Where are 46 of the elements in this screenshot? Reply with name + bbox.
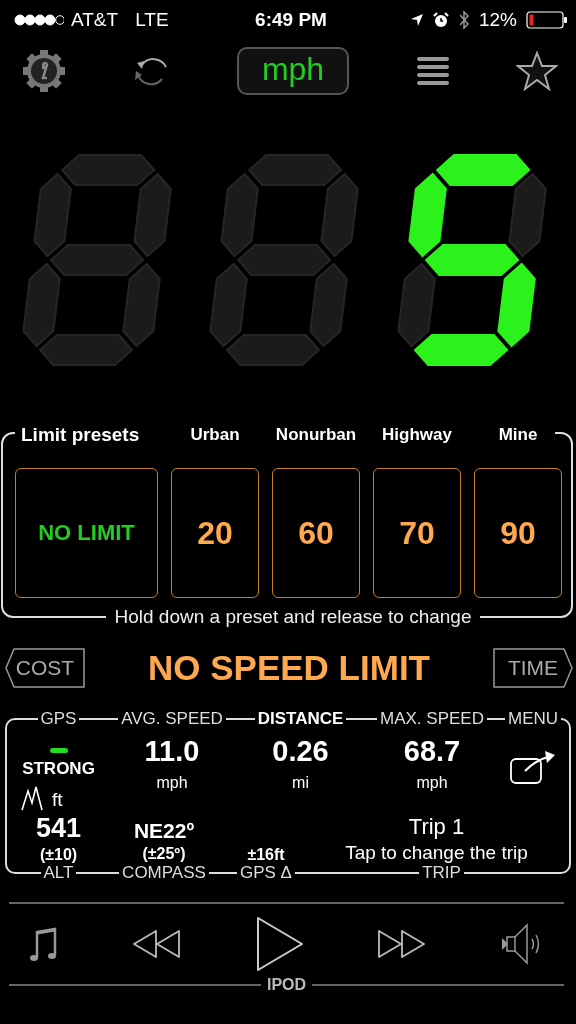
bluetooth-icon xyxy=(457,10,470,30)
altitude-error: (±10) xyxy=(39,846,78,864)
preset-button[interactable]: 90 xyxy=(474,468,562,598)
preset-button[interactable]: NO LIMIT xyxy=(15,468,158,598)
stat-unit: mi xyxy=(292,773,309,792)
fast-forward-icon[interactable] xyxy=(377,929,428,959)
battery-icon xyxy=(526,11,568,29)
compass-value: NE22º xyxy=(133,818,195,843)
time-button[interactable]: TIME xyxy=(493,648,573,688)
location-icon xyxy=(409,13,424,27)
share-icon[interactable] xyxy=(509,749,557,785)
stat-value: 11.0 xyxy=(144,734,200,768)
altitude-value: 541 xyxy=(35,813,82,844)
compass-error: (±25º) xyxy=(142,844,186,863)
unit-button[interactable]: mph xyxy=(237,47,349,95)
preset-heading: Urban xyxy=(190,425,240,445)
trip-hint[interactable]: Tap to change the trip xyxy=(345,841,528,864)
star-icon[interactable] xyxy=(516,51,558,91)
gps-strength-bar xyxy=(49,747,68,753)
preset-heading: Highway xyxy=(382,425,452,445)
altitude-unit: ft xyxy=(52,789,63,811)
play-icon[interactable] xyxy=(254,916,305,972)
info-settings-icon[interactable] xyxy=(22,49,66,93)
mountain-icon xyxy=(21,785,43,811)
preset-button[interactable]: 20 xyxy=(171,468,259,598)
stat-value: 0.26 xyxy=(272,734,329,768)
stat-unit: mph xyxy=(416,773,448,792)
preset-button[interactable]: 60 xyxy=(272,468,360,598)
trip-name[interactable]: Trip 1 xyxy=(408,813,465,840)
battery-percent: 12% xyxy=(478,9,517,31)
signal-icon xyxy=(14,14,64,26)
music-note-icon[interactable] xyxy=(29,926,59,962)
carrier-name: AT&T xyxy=(71,9,119,31)
preset-button[interactable]: 70 xyxy=(373,468,461,598)
preset-heading: Nonurban xyxy=(275,425,357,445)
stat-unit: mph xyxy=(156,773,188,792)
network-type: LTE xyxy=(135,9,169,31)
status-time: 6:49 PM xyxy=(255,9,327,31)
stat-value: 68.7 xyxy=(403,734,461,768)
cost-button[interactable]: COST xyxy=(5,648,85,688)
preset-heading: Mine xyxy=(498,425,538,445)
alarm-clock-icon xyxy=(432,12,449,28)
rewind-icon[interactable] xyxy=(131,929,182,959)
gps-strength: STRONG xyxy=(22,758,95,779)
speed-limit-status: NO SPEED LIMIT xyxy=(148,648,430,688)
gps-error: ±16ft xyxy=(247,846,285,864)
